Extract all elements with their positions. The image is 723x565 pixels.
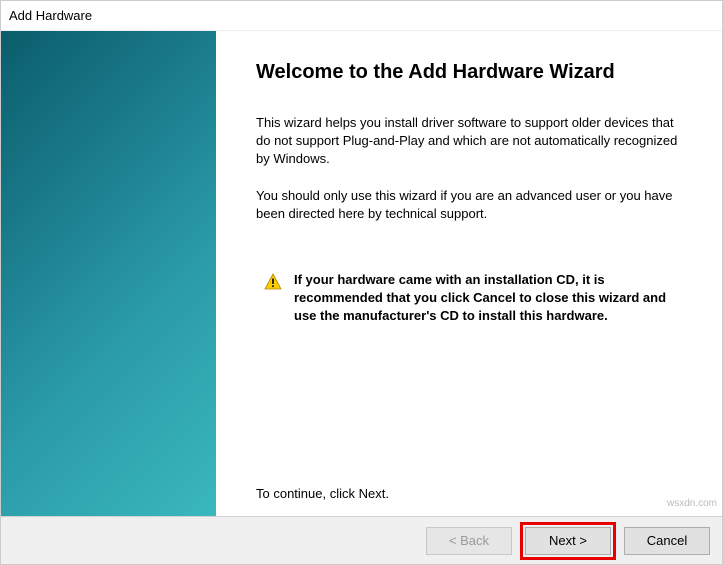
back-button: < Back [426,527,512,555]
continue-text: To continue, click Next. [256,486,682,501]
cancel-button[interactable]: Cancel [624,527,710,555]
titlebar[interactable]: Add Hardware [1,1,722,31]
intro-paragraph-1: This wizard helps you install driver sof… [256,114,682,169]
wizard-window: Add Hardware Welcome to the Add Hardware… [0,0,723,565]
window-title: Add Hardware [9,8,92,23]
warning-icon [264,273,282,291]
next-button[interactable]: Next > [525,527,611,555]
next-button-highlight: Next > [520,522,616,560]
wizard-heading: Welcome to the Add Hardware Wizard [256,61,682,84]
watermark: wsxdn.com [667,498,717,509]
warning-block: If your hardware came with an installati… [256,271,682,326]
intro-paragraph-2: You should only use this wizard if you a… [256,187,682,223]
main-panel: Welcome to the Add Hardware Wizard This … [216,31,722,516]
button-bar: < Back Next > Cancel [1,516,722,564]
warning-text: If your hardware came with an installati… [294,271,682,326]
side-banner [1,31,216,516]
content-area: Welcome to the Add Hardware Wizard This … [1,31,722,516]
